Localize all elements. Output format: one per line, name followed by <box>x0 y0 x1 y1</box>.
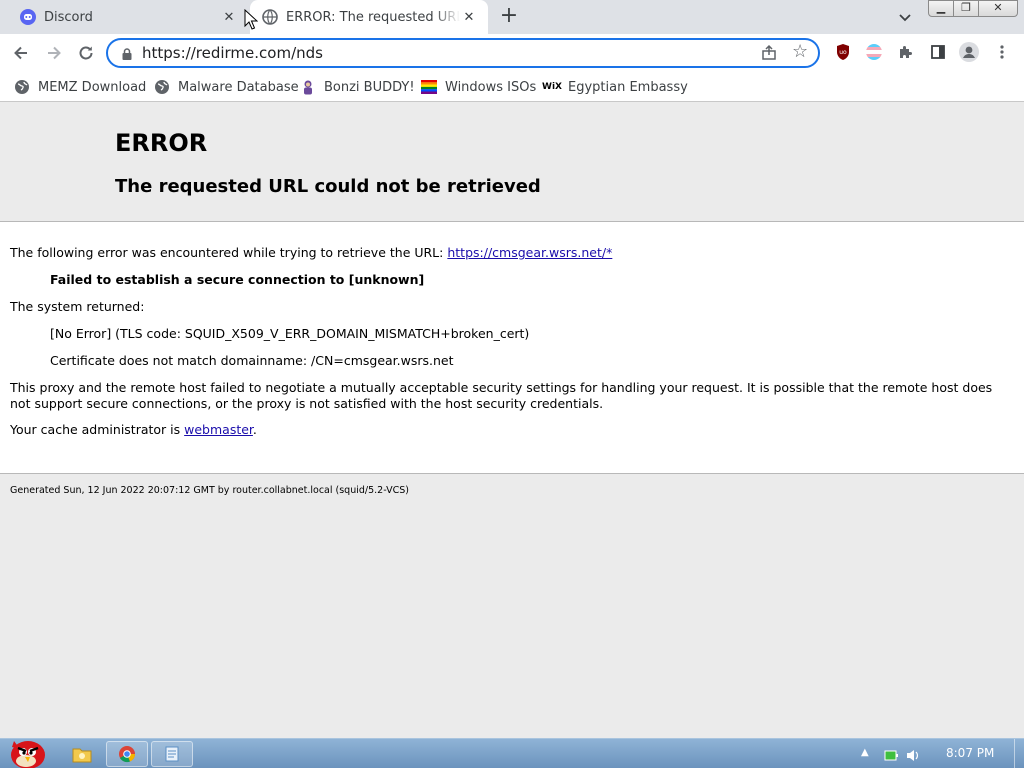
side-panel-icon[interactable] <box>928 42 948 62</box>
folder-icon <box>72 748 92 763</box>
requested-url-link[interactable]: https://cmsgear.wsrs.net/* <box>447 245 612 260</box>
failure-message: Failed to establish a secure connection … <box>50 272 425 287</box>
generated-footer: Generated Sun, 12 Jun 2022 20:07:12 GMT … <box>10 485 409 496</box>
chrome-menu-icon[interactable] <box>992 42 1012 62</box>
minimize-button[interactable]: ▁ <box>928 0 954 17</box>
system-returned-label: The system returned: <box>10 299 145 314</box>
url-text[interactable]: https://redirme.com/nds <box>142 44 323 62</box>
bookmark-label: Malware Database <box>178 79 299 95</box>
bookmark-memz-download[interactable]: MEMZ Download <box>14 76 146 98</box>
new-tab-button[interactable]: + <box>498 5 520 28</box>
page-content: ERROR The requested URL could not be ret… <box>0 102 1024 738</box>
forward-arrow-icon <box>48 46 61 60</box>
certificate-error-text: Certificate does not match domainname: /… <box>50 353 454 368</box>
explanation-text: This proxy and the remote host failed to… <box>10 380 993 411</box>
discord-icon <box>20 9 36 25</box>
wix-icon: WiX <box>542 82 562 92</box>
chrome-icon <box>119 746 136 763</box>
page-title: ERROR <box>115 129 208 157</box>
bookmark-star-icon[interactable]: ☆ <box>792 41 808 62</box>
rainbow-flag-icon <box>421 79 437 95</box>
trans-flag-extension-icon[interactable] <box>864 42 884 62</box>
tab-title: Discord <box>44 9 93 25</box>
taskbar-chrome-button[interactable] <box>106 741 148 767</box>
profile-avatar-icon[interactable] <box>959 42 979 62</box>
share-icon[interactable] <box>760 44 778 62</box>
ublock-origin-icon[interactable]: uo <box>833 42 853 62</box>
intro-label: The following error was encountered whil… <box>10 245 444 260</box>
back-button[interactable] <box>8 40 34 66</box>
svg-text:uo: uo <box>839 49 847 56</box>
battery-icon[interactable] <box>884 747 898 761</box>
taskbar-clock[interactable]: 8:07 PM <box>946 746 994 760</box>
bookmark-malware-database[interactable]: Malware Database <box>154 76 299 98</box>
admin-text: Your cache administrator is webmaster. <box>10 422 257 438</box>
error-details: The following error was encountered whil… <box>0 222 1024 474</box>
start-button-angry-bird-icon[interactable] <box>2 731 50 768</box>
globe-icon <box>14 79 30 95</box>
bookmark-label: Windows ISOs <box>445 79 537 95</box>
admin-label: Your cache administrator is <box>10 422 181 437</box>
mouse-cursor-icon <box>244 9 258 30</box>
bonzi-icon <box>300 79 316 95</box>
admin-suffix: . <box>252 422 257 437</box>
document-app-icon <box>165 746 179 762</box>
tab-discord[interactable]: Discord ✕ <box>8 0 248 34</box>
browser-toolbar: https://redirme.com/nds ☆ uo <box>0 34 1024 72</box>
forward-button[interactable] <box>41 40 67 66</box>
bookmark-windows-isos[interactable]: Windows ISOs <box>421 76 536 98</box>
tab-title: ERROR: The requested URL could not be re… <box>286 9 460 25</box>
page-subtitle: The requested URL could not be retrieved <box>115 176 541 197</box>
bookmark-label: Egyptian Embassy <box>568 79 688 95</box>
close-window-button[interactable]: ✕ <box>978 0 1018 17</box>
back-arrow-icon <box>14 46 27 60</box>
show-hidden-icons-arrow-icon[interactable]: ▲ <box>861 747 869 758</box>
reload-button[interactable] <box>73 40 99 66</box>
error-header: ERROR The requested URL could not be ret… <box>0 102 1024 222</box>
tab-search-chevron-icon[interactable] <box>894 7 916 27</box>
bookmarks-bar: MEMZ Download Malware Database Bonzi BUD… <box>0 72 1024 102</box>
show-desktop-button[interactable] <box>1014 739 1024 768</box>
bookmark-label: Bonzi BUDDY! <box>324 79 415 95</box>
webmaster-link[interactable]: webmaster <box>184 422 253 437</box>
bookmark-bonzi-buddy[interactable]: Bonzi BUDDY! <box>300 76 415 98</box>
address-bar[interactable]: https://redirme.com/nds ☆ <box>106 38 820 68</box>
taskbar: ▲ 8:07 PM <box>0 738 1024 768</box>
bookmark-egyptian-embassy[interactable]: WiX Egyptian Embassy <box>542 76 688 98</box>
close-tab-icon[interactable]: ✕ <box>460 8 478 26</box>
restore-button[interactable]: ❐ <box>953 0 979 17</box>
tab-error[interactable]: ERROR: The requested URL could not be re… <box>250 0 488 34</box>
taskbar-explorer-button[interactable] <box>61 741 103 767</box>
globe-icon <box>262 9 278 25</box>
tab-strip: Discord ✕ ERROR: The requested URL could… <box>0 0 1024 34</box>
tls-error-text: [No Error] (TLS code: SQUID_X509_V_ERR_D… <box>50 326 530 341</box>
globe-icon <box>154 79 170 95</box>
bookmark-label: MEMZ Download <box>38 79 147 95</box>
taskbar-app-button[interactable] <box>151 741 193 767</box>
intro-text: The following error was encountered whil… <box>10 245 612 261</box>
extensions-puzzle-icon[interactable] <box>896 42 916 62</box>
close-tab-icon[interactable]: ✕ <box>220 8 238 26</box>
volume-icon[interactable] <box>906 747 920 761</box>
reload-icon <box>79 46 93 60</box>
lock-icon[interactable] <box>120 46 134 60</box>
